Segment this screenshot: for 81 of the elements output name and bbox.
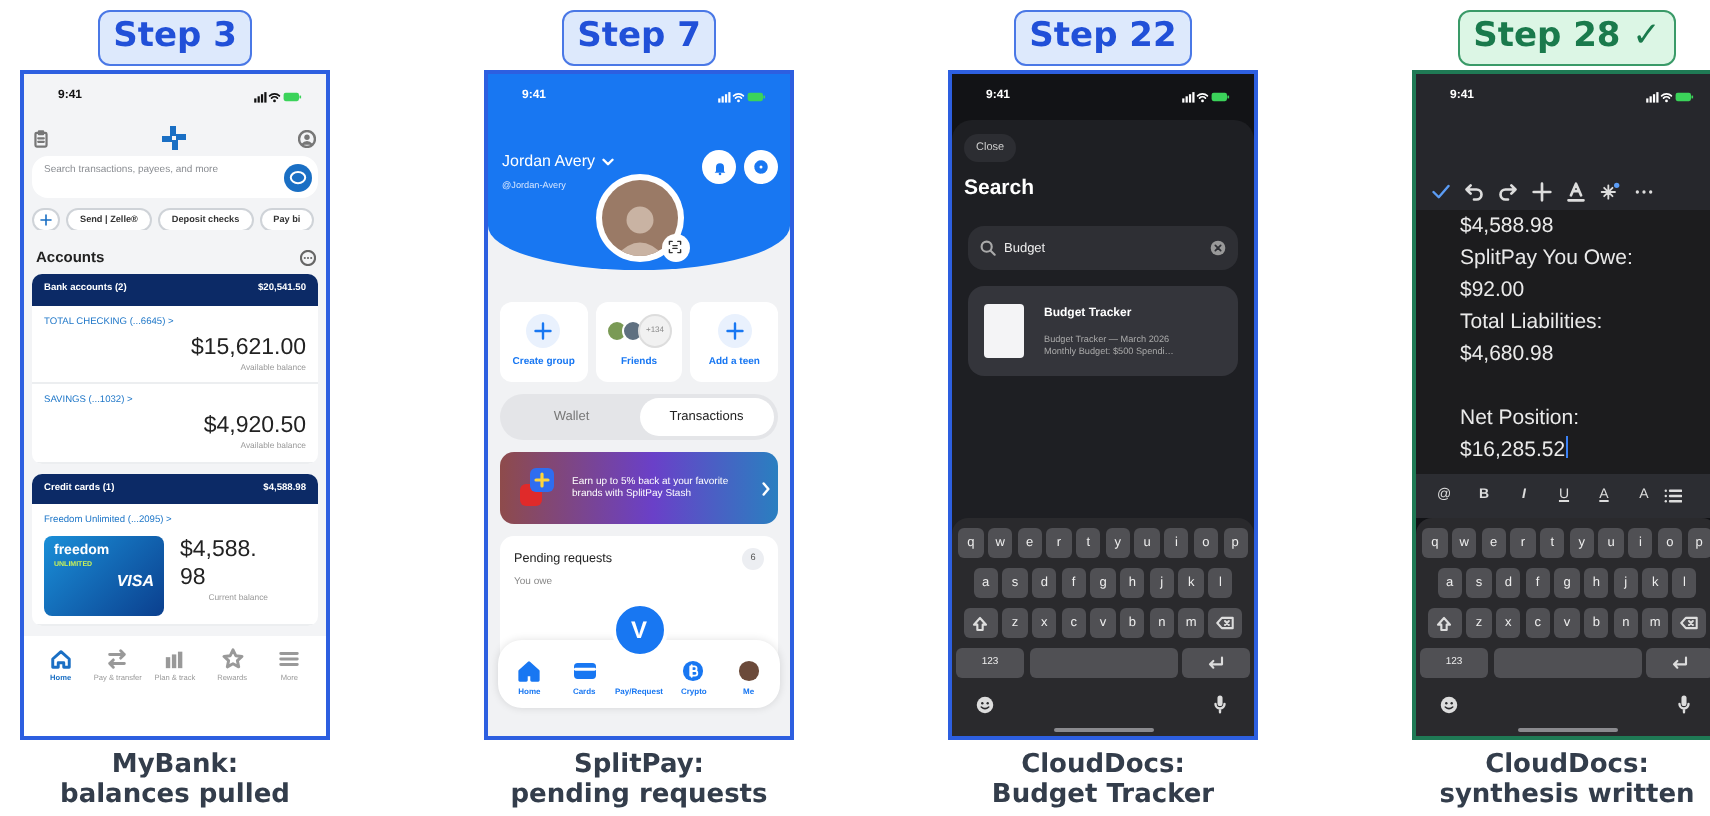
profile-icon[interactable] xyxy=(298,129,316,147)
chevron-right-icon xyxy=(762,481,770,495)
bell-icon xyxy=(711,159,727,175)
microphone-icon[interactable] xyxy=(1678,694,1690,714)
step-label: Step 3 xyxy=(97,10,253,66)
caption: CloudDocs: Budget Tracker xyxy=(991,750,1215,810)
menu-icon xyxy=(278,648,301,670)
plus-icon[interactable] xyxy=(1532,182,1552,202)
profile-name: Jordan Avery xyxy=(502,150,596,174)
card-icon xyxy=(573,660,596,682)
shift-icon xyxy=(972,615,989,631)
redo-icon[interactable] xyxy=(1498,182,1518,202)
notifications-button[interactable] xyxy=(702,150,736,184)
bitcoin-icon xyxy=(682,660,705,682)
account-balance: $4,588.98 xyxy=(180,536,259,592)
status-icons-drawing xyxy=(1646,90,1694,104)
emoji-icon[interactable] xyxy=(976,695,994,713)
shift-key[interactable] xyxy=(963,608,998,638)
shift-icon xyxy=(1436,615,1453,631)
text-line: $92.00 xyxy=(1460,276,1527,306)
caption: MyBank: balances pulled xyxy=(60,750,290,810)
home-indicator xyxy=(1053,728,1153,732)
text-line: SplitPay You Owe: xyxy=(1460,244,1635,274)
star-icon xyxy=(221,648,244,670)
document-thumbnail xyxy=(984,304,1024,358)
return-icon xyxy=(1208,656,1224,670)
chat-icon[interactable] xyxy=(284,163,312,191)
home-icon xyxy=(49,648,72,670)
delete-key[interactable] xyxy=(1208,608,1243,638)
plus-icon xyxy=(725,321,744,340)
status-icons-drawing xyxy=(1182,90,1230,104)
home-indicator xyxy=(1517,728,1617,732)
text-line: Net Position: xyxy=(1460,404,1582,434)
text-line: $4,680.98 xyxy=(1460,340,1556,370)
clear-icon[interactable] xyxy=(1210,240,1226,256)
bar-chart-icon xyxy=(163,648,186,670)
text-line: Total Liabilities: xyxy=(1460,308,1605,338)
return-icon xyxy=(1672,656,1688,670)
delete-key[interactable] xyxy=(1672,608,1707,638)
text-cursor xyxy=(1565,436,1568,458)
logo-icon xyxy=(161,126,185,150)
account-balance: $4,920.50 xyxy=(201,414,306,441)
text-line: $16,285.52 xyxy=(1460,434,1570,466)
sheet-title: Search xyxy=(964,174,1037,205)
text-line: $4,588.98 xyxy=(1460,212,1556,242)
return-key[interactable] xyxy=(1646,648,1710,678)
more-icon[interactable] xyxy=(300,249,316,266)
caption: SplitPay: pending requests xyxy=(510,750,768,810)
card-network-label: VISA xyxy=(116,570,154,595)
emoji-icon[interactable] xyxy=(1440,695,1458,713)
scan-button[interactable] xyxy=(661,233,689,262)
list-icon[interactable] xyxy=(1664,488,1682,504)
settings-button[interactable] xyxy=(744,150,778,184)
sparkle-icon[interactable] xyxy=(1600,182,1620,202)
transfer-arrows-icon xyxy=(106,648,129,670)
gift-sparkle-icon xyxy=(516,466,560,510)
add-button[interactable] xyxy=(32,208,60,231)
home-icon xyxy=(518,660,541,682)
plus-icon xyxy=(534,321,553,340)
backspace-icon xyxy=(1680,616,1699,630)
backspace-icon xyxy=(1216,616,1235,630)
text-format-icon[interactable] xyxy=(1566,182,1586,202)
search-icon xyxy=(980,240,996,256)
clipboard-icon[interactable] xyxy=(34,129,48,147)
status-icons-drawing xyxy=(254,90,302,104)
friend-avatar xyxy=(606,319,628,342)
scan-icon xyxy=(668,240,682,255)
chevron-down-icon[interactable] xyxy=(601,158,614,166)
plus-icon xyxy=(40,214,52,226)
return-key[interactable] xyxy=(1182,648,1250,678)
shift-key[interactable] xyxy=(1427,608,1462,638)
caption: CloudDocs: synthesis written xyxy=(1439,750,1695,810)
undo-icon[interactable] xyxy=(1464,182,1484,202)
status-icons-drawing xyxy=(718,90,766,104)
avatar-icon xyxy=(737,660,760,682)
microphone-icon[interactable] xyxy=(1214,694,1226,714)
account-balance: $15,621.00 xyxy=(188,335,306,362)
step-label: Step 7 xyxy=(561,10,717,66)
step-label: Step 28 ✓ xyxy=(1457,10,1677,66)
step-label: Step 22 xyxy=(1013,10,1193,66)
done-check-icon[interactable] xyxy=(1432,184,1450,200)
